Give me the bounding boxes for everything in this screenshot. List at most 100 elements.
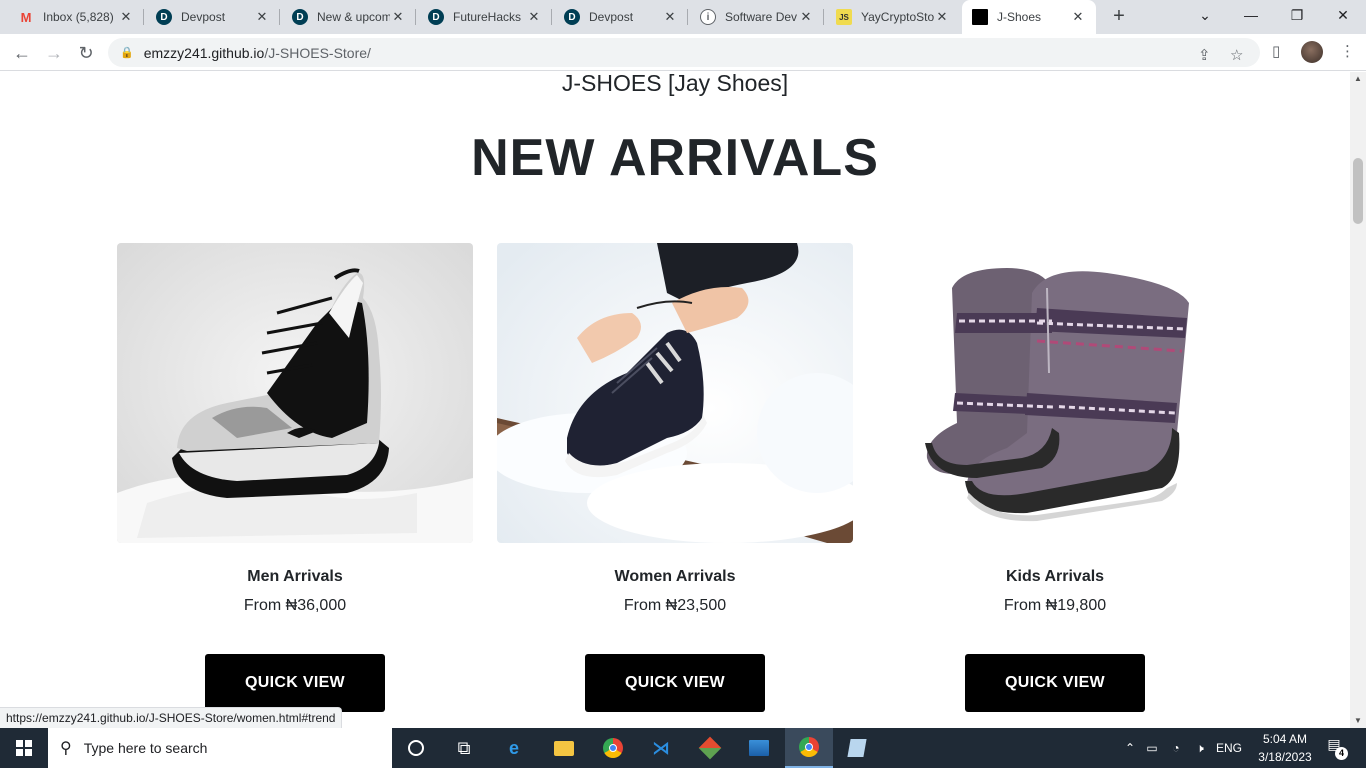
tab-devpost-new[interactable]: D New & upcoming ✕ — [282, 0, 416, 34]
cortana-circle-icon — [408, 740, 424, 756]
close-tab-icon[interactable]: ✕ — [798, 9, 814, 25]
notes-taskbar-button[interactable] — [833, 728, 881, 768]
tab-devpost-1[interactable]: D Devpost ✕ — [146, 0, 280, 34]
url-path: /J-SHOES-Store/ — [264, 44, 371, 61]
taskbar-search-placeholder: Type here to search — [83, 740, 208, 756]
close-window-button[interactable]: ✕ — [1320, 0, 1366, 30]
start-button[interactable] — [0, 728, 48, 768]
kids-boots-illustration — [877, 243, 1233, 543]
gmail-icon: M — [20, 9, 32, 25]
notification-count-badge: 4 — [1335, 747, 1348, 760]
scroll-up-arrow-icon[interactable]: ▲ — [1350, 72, 1366, 86]
close-tab-icon[interactable]: ✕ — [1070, 9, 1086, 25]
cortana-button[interactable] — [392, 728, 440, 768]
tab-software-dev[interactable]: i Software Dev ✕ — [690, 0, 824, 34]
forward-button[interactable]: → — [41, 40, 67, 66]
card-price: From ₦23,500 — [623, 597, 727, 614]
chrome-taskbar-button[interactable] — [589, 728, 637, 768]
close-tab-icon[interactable]: ✕ — [390, 9, 406, 25]
chrome-icon — [799, 737, 819, 757]
file-explorer-taskbar-button[interactable] — [540, 728, 588, 768]
notification-center-button[interactable]: ▤ 4 — [1322, 736, 1348, 760]
taskbar-search-box[interactable]: ⚲ Type here to search — [48, 728, 392, 768]
tab-separator — [687, 9, 688, 25]
kebab-menu-icon[interactable]: ⋮ — [1340, 42, 1355, 60]
women-sneaker-image[interactable] — [497, 243, 853, 543]
kids-boots-image[interactable] — [877, 243, 1233, 543]
scroll-down-arrow-icon[interactable]: ▼ — [1350, 714, 1366, 728]
chrome-icon — [603, 738, 623, 758]
devpost-icon: D — [156, 9, 172, 25]
volume-muted-icon[interactable]: 🕨 — [1188, 741, 1212, 756]
vscode-taskbar-button[interactable]: ⋊ — [637, 728, 685, 768]
tab-separator — [143, 9, 144, 25]
tab-title: FutureHacks — [453, 10, 522, 24]
language-indicator[interactable]: ENG — [1212, 741, 1246, 755]
share-icon[interactable]: ⇪ — [1198, 46, 1211, 64]
edge-taskbar-button[interactable]: e — [490, 728, 538, 768]
task-view-button[interactable]: ⧉ — [440, 728, 488, 768]
url-host: emzzy241.github.io — [143, 44, 265, 61]
tab-separator — [279, 9, 280, 25]
minimize-button[interactable]: — — [1228, 0, 1274, 30]
tab-title: Devpost — [181, 10, 226, 24]
windows-logo-icon — [16, 740, 32, 756]
profile-avatar[interactable] — [1301, 41, 1323, 63]
tab-devpost-2[interactable]: D Devpost ✕ — [554, 0, 688, 34]
reload-icon: ↻ — [78, 42, 94, 63]
photos-taskbar-button[interactable] — [735, 728, 783, 768]
tab-title: New & upcoming — [317, 10, 390, 24]
scrollbar-thumb[interactable] — [1353, 158, 1363, 224]
lock-icon: 🔒 — [120, 47, 134, 59]
search-icon: ⚲ — [60, 740, 72, 757]
chrome-active-taskbar-button[interactable] — [785, 728, 833, 768]
quick-view-button[interactable]: QUICK VIEW — [205, 654, 385, 712]
tab-futurehacks[interactable]: D FutureHacks ✕ — [418, 0, 552, 34]
tab-title: J-Shoes — [997, 10, 1042, 24]
close-tab-icon[interactable]: ✕ — [934, 9, 950, 25]
notepad-icon — [847, 739, 867, 757]
star-icon[interactable]: ☆ — [1230, 46, 1243, 64]
wifi-icon[interactable]: ◔ — [1164, 741, 1188, 755]
arrow-left-icon: ← — [13, 42, 31, 63]
quick-view-button[interactable]: QUICK VIEW — [585, 654, 765, 712]
card-title: Women Arrivals — [614, 568, 736, 585]
back-button[interactable]: ← — [9, 40, 35, 66]
close-tab-icon[interactable]: ✕ — [118, 9, 134, 25]
clock-time: 5:04 AM — [1262, 732, 1308, 746]
tab-separator — [415, 9, 416, 25]
close-tab-icon[interactable]: ✕ — [662, 9, 678, 25]
clock-date: 3/18/2023 — [1258, 750, 1312, 764]
address-bar[interactable]: 🔒 emzzy241.github.io/J-SHOES-Store/ ⇪ ☆ — [108, 38, 1260, 67]
tab-gmail[interactable]: M Inbox (5,828) ✕ — [8, 0, 144, 34]
tab-title: YayCryptoStore — [861, 10, 934, 24]
tab-title: Devpost — [589, 10, 634, 24]
tab-yaycryptostore[interactable]: JS YayCryptoStore ✕ — [826, 0, 960, 34]
tab-j-shoes[interactable]: J-Shoes ✕ — [962, 0, 1096, 34]
folder-icon — [554, 740, 574, 756]
card-title: Men Arrivals — [247, 568, 343, 585]
page-scrollbar[interactable]: ▲ ▼ — [1350, 72, 1366, 728]
close-icon: ✕ — [1337, 6, 1349, 23]
minimize-icon: — — [1244, 7, 1258, 23]
men-sneaker-image[interactable] — [117, 243, 473, 543]
git-tool-taskbar-button[interactable] — [686, 728, 734, 768]
system-tray: ⌃ ▭ ◔ 🕨 ENG — [1120, 728, 1246, 768]
restore-button[interactable]: ❐ — [1274, 0, 1320, 30]
link-status-bubble: https://emzzy241.github.io/J-SHOES-Store… — [0, 707, 343, 728]
quick-view-button[interactable]: QUICK VIEW — [965, 654, 1145, 712]
side-panel-icon[interactable]: ▯ — [1272, 42, 1280, 60]
close-tab-icon[interactable]: ✕ — [526, 9, 542, 25]
reload-button[interactable]: ↻ — [73, 40, 99, 66]
new-tab-button[interactable]: + — [1108, 5, 1130, 27]
chevron-up-icon[interactable]: ⌃ — [1120, 741, 1140, 755]
site-title: J-SHOES [Jay Shoes] — [561, 72, 789, 96]
taskbar-clock[interactable]: 5:04 AM 3/18/2023 — [1254, 730, 1316, 766]
battery-icon[interactable]: ▭ — [1140, 741, 1164, 755]
tab-title: Software Dev — [725, 10, 798, 24]
arrow-right-icon: → — [45, 42, 63, 63]
card-price: From ₦36,000 — [243, 597, 347, 614]
photos-icon — [749, 740, 769, 756]
close-tab-icon[interactable]: ✕ — [254, 9, 270, 25]
tab-search-button[interactable]: ⌄ — [1182, 0, 1228, 30]
